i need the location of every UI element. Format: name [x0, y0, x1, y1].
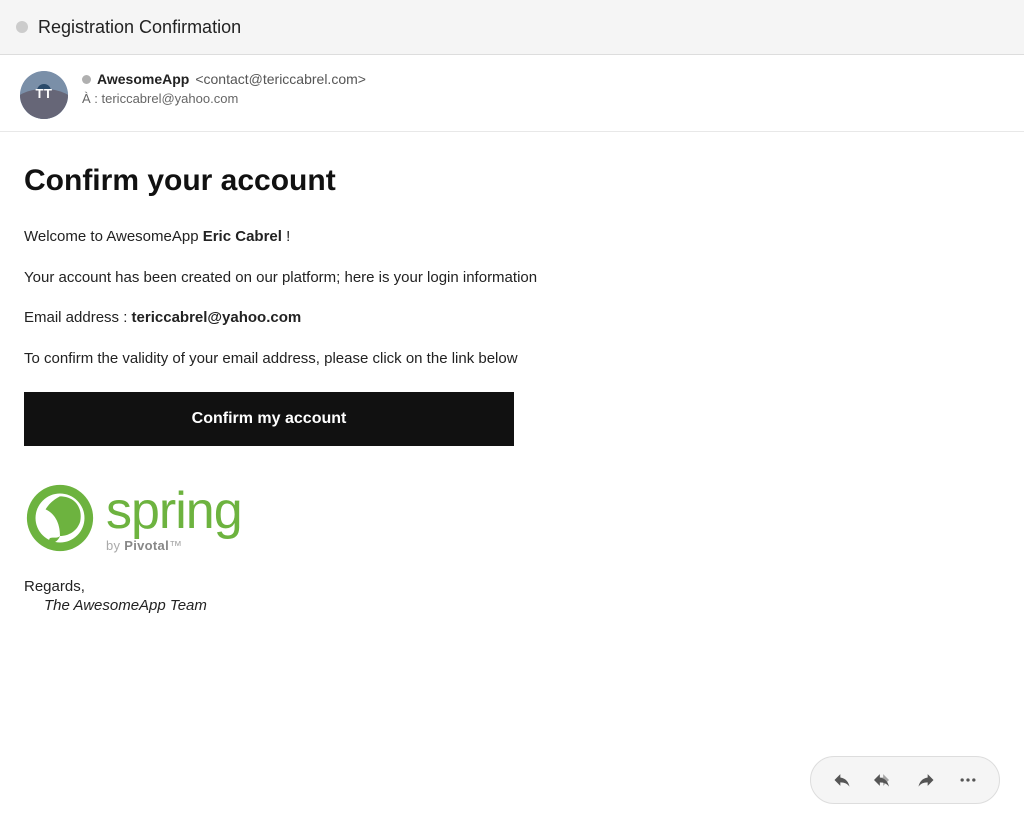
- pivotal-brand: Pivotal: [124, 538, 169, 553]
- email-label: Email address :: [24, 309, 132, 326]
- email-subject-title: Registration Confirmation: [38, 17, 241, 38]
- regards-line: Regards,: [24, 578, 1000, 595]
- title-bar: Registration Confirmation: [0, 0, 1024, 55]
- welcome-text-prefix: Welcome to AwesomeApp: [24, 228, 203, 245]
- reply-all-icon: [874, 770, 894, 790]
- avatar-initials: TT: [36, 86, 53, 101]
- sender-email-address: <contact@tericcabrel.com>: [195, 71, 366, 87]
- title-bar-dot: [16, 21, 28, 33]
- recipient-row: À : tericcabrel@yahoo.com: [82, 91, 1004, 106]
- regards-section: Regards, The AwesomeApp Team: [24, 578, 1000, 614]
- user-name: Eric Cabrel: [203, 228, 282, 245]
- confirm-instruction-paragraph: To confirm the validity of your email ad…: [24, 348, 1000, 371]
- sender-name: AwesomeApp: [97, 71, 189, 87]
- confirm-account-button[interactable]: Confirm my account: [24, 392, 514, 446]
- email-address-paragraph: Email address : tericcabrel@yahoo.com: [24, 307, 1000, 330]
- welcome-paragraph: Welcome to AwesomeApp Eric Cabrel !: [24, 226, 1000, 249]
- by-pivotal-text: by Pivotal™: [106, 539, 242, 552]
- forward-button[interactable]: [909, 763, 943, 797]
- avatar: TT: [20, 71, 68, 119]
- email-body: Confirm your account Welcome to AwesomeA…: [0, 132, 1024, 740]
- sender-details: AwesomeApp <contact@tericcabrel.com> À :…: [82, 71, 1004, 106]
- user-email: tericcabrel@yahoo.com: [132, 309, 302, 326]
- welcome-text-suffix: !: [282, 228, 290, 245]
- reply-button[interactable]: [825, 763, 859, 797]
- account-created-paragraph: Your account has been created on our pla…: [24, 267, 1000, 290]
- sender-bar: TT AwesomeApp <contact@tericcabrel.com> …: [0, 55, 1024, 132]
- spring-wordmark: spring: [106, 485, 242, 537]
- action-buttons-group: [810, 756, 1000, 804]
- online-status-dot: [82, 75, 91, 84]
- sender-name-row: AwesomeApp <contact@tericcabrel.com>: [82, 71, 1004, 87]
- forward-icon: [916, 770, 936, 790]
- recipient-email: tericcabrel@yahoo.com: [102, 91, 239, 106]
- more-icon: [958, 770, 978, 790]
- regards-team: The AwesomeApp Team: [24, 597, 1000, 614]
- spring-text-group: spring by Pivotal™: [106, 485, 242, 552]
- email-heading: Confirm your account: [24, 164, 1000, 198]
- email-client: Registration Confirmation T: [0, 0, 1024, 820]
- reply-icon: [832, 770, 852, 790]
- bottom-toolbar: [0, 740, 1024, 820]
- spring-leaf-icon: [24, 482, 96, 554]
- more-button[interactable]: [951, 763, 985, 797]
- spring-logo: spring by Pivotal™: [24, 482, 1000, 554]
- email-area: TT AwesomeApp <contact@tericcabrel.com> …: [0, 55, 1024, 820]
- reply-all-button[interactable]: [867, 763, 901, 797]
